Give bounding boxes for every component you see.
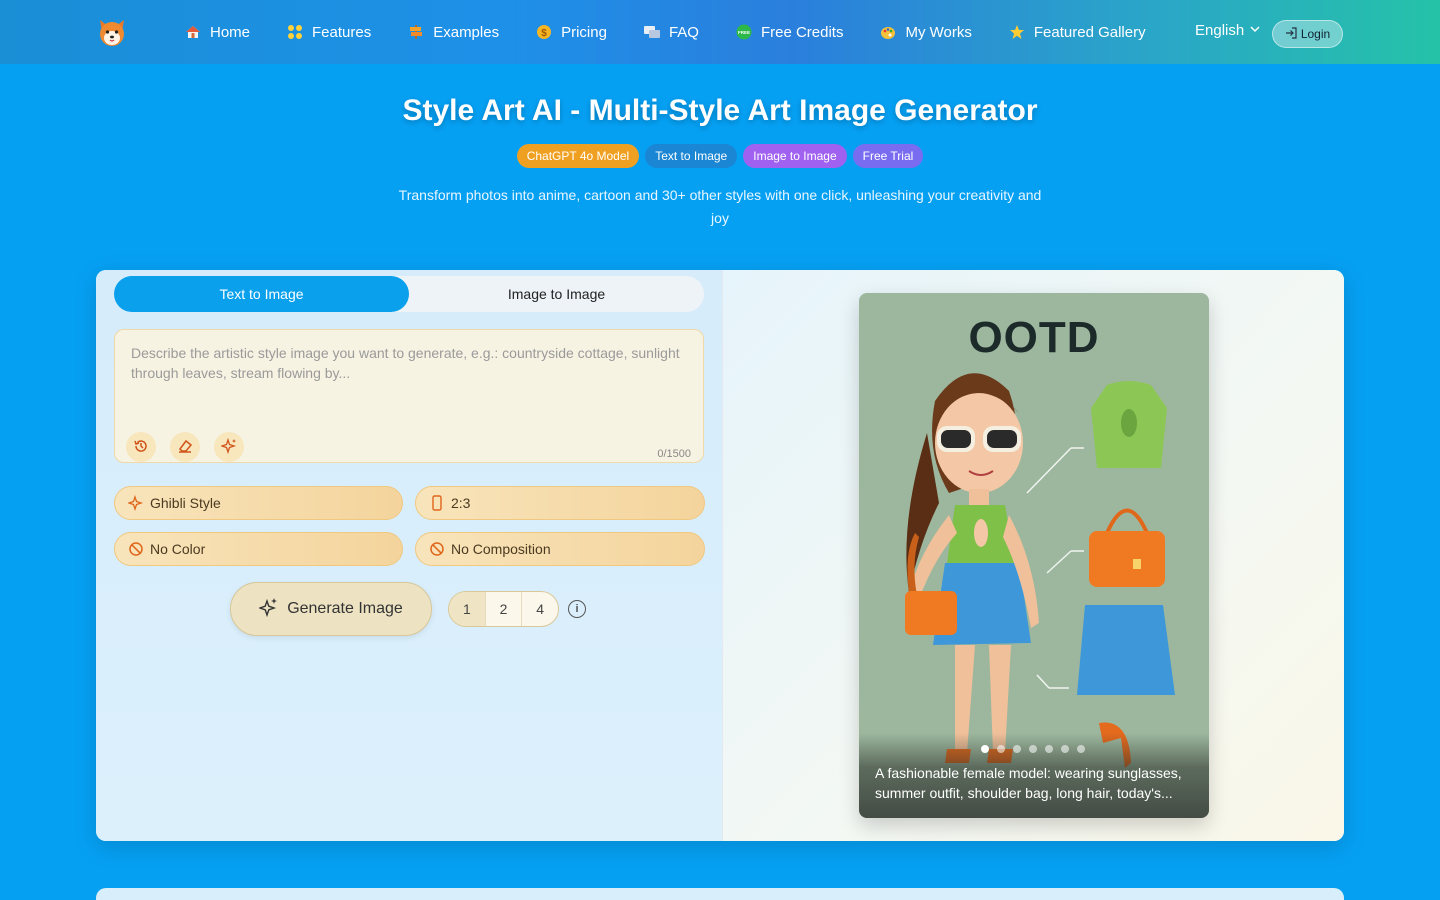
- top-nav: Home Features Examples $ Pricing FAQ FRE…: [0, 0, 1440, 64]
- nav-featured-gallery[interactable]: Featured Gallery: [1008, 23, 1146, 41]
- badge-text-to-image: Text to Image: [645, 144, 738, 168]
- carousel-dot[interactable]: [981, 745, 989, 753]
- nav-faq[interactable]: FAQ: [643, 23, 699, 41]
- house-icon: [184, 23, 202, 41]
- info-icon[interactable]: i: [568, 600, 586, 618]
- carousel-dot[interactable]: [1029, 745, 1037, 753]
- nav-free-credits-label: Free Credits: [760, 23, 844, 41]
- sparkles-icon: [258, 597, 279, 622]
- nav-home[interactable]: Home: [184, 23, 250, 41]
- carousel-dot[interactable]: [1045, 745, 1053, 753]
- login-button[interactable]: Login: [1272, 20, 1343, 48]
- nav-home-label: Home: [210, 23, 251, 41]
- nav-featured-gallery-label: Featured Gallery: [1033, 23, 1146, 41]
- clear-button[interactable]: [170, 432, 200, 462]
- ratio-value: 2:3: [451, 495, 471, 511]
- nav-my-works-label: My Works: [905, 23, 972, 41]
- free-badge-text: FREE: [738, 30, 750, 35]
- nav-free-credits[interactable]: FREE Free Credits: [735, 23, 844, 41]
- ratio-selector[interactable]: 2:3: [415, 486, 705, 520]
- mode-tabs: Text to Image Image to Image: [114, 276, 704, 312]
- style-selector[interactable]: Ghibli Style: [114, 486, 403, 520]
- signpost-icon: [407, 23, 425, 41]
- composition-selector[interactable]: No Composition: [415, 532, 705, 566]
- nav-features[interactable]: Features: [286, 23, 371, 41]
- carousel-dot[interactable]: [997, 745, 1005, 753]
- page-title: Style Art AI - Multi-Style Art Image Gen…: [402, 94, 1038, 127]
- badge-chatgpt-model: ChatGPT 4o Model: [516, 144, 640, 168]
- tab-image-to-image[interactable]: Image to Image: [409, 276, 704, 312]
- badge-image-to-image: Image to Image: [743, 144, 847, 168]
- carousel-dot[interactable]: [1013, 745, 1021, 753]
- language-label: English: [1195, 22, 1245, 39]
- color-selector[interactable]: No Color: [114, 532, 403, 566]
- char-counter: 0/1500: [657, 448, 691, 460]
- language-selector[interactable]: English: [1195, 22, 1260, 39]
- feature-badges: ChatGPT 4o Model Text to Image Image to …: [0, 144, 1440, 168]
- nav-pricing-label: Pricing: [561, 23, 607, 41]
- composition-value: No Composition: [451, 541, 551, 557]
- count-option-4[interactable]: 4: [522, 592, 558, 626]
- nav-my-works[interactable]: My Works: [879, 23, 972, 41]
- ban-icon: [128, 541, 144, 557]
- carousel-dots: [981, 745, 1093, 753]
- chat-icon: [643, 23, 661, 41]
- ban-icon: [429, 541, 445, 557]
- tab-text-to-image[interactable]: Text to Image: [114, 276, 409, 312]
- carousel-dot[interactable]: [1061, 745, 1069, 753]
- nav-examples[interactable]: Examples: [407, 23, 499, 41]
- generator-controls: Text to Image Image to Image 0/1500: [96, 270, 722, 841]
- count-option-1[interactable]: 1: [449, 592, 486, 626]
- eraser-icon: [177, 438, 193, 457]
- nav-features-label: Features: [312, 23, 372, 41]
- nav-examples-label: Examples: [433, 23, 500, 41]
- generate-label: Generate Image: [287, 600, 403, 617]
- generate-image-button[interactable]: Generate Image: [230, 582, 432, 636]
- next-section-card: [96, 888, 1344, 900]
- page-subtitle: Transform photos into anime, cartoon and…: [398, 187, 1042, 226]
- preview-caption: A fashionable female model: wearing sung…: [875, 765, 1182, 801]
- image-count-selector: 1 2 4: [448, 591, 559, 627]
- login-label: Login: [1300, 27, 1331, 41]
- count-option-2[interactable]: 2: [486, 592, 523, 626]
- palette-icon: [879, 23, 897, 41]
- free-badge-icon: FREE: [735, 23, 753, 41]
- phone-ratio-icon: [429, 495, 445, 511]
- prompt-box: 0/1500: [114, 329, 704, 463]
- coin-icon: $: [535, 23, 553, 41]
- carousel-dot[interactable]: [1077, 745, 1085, 753]
- color-value: No Color: [150, 541, 206, 557]
- corgi-logo-icon[interactable]: [96, 16, 128, 48]
- chevron-down-icon: [1250, 25, 1260, 36]
- style-value: Ghibli Style: [150, 495, 221, 511]
- nav-pricing[interactable]: $ Pricing: [535, 23, 607, 41]
- history-icon: [133, 438, 149, 457]
- generator-card: Text to Image Image to Image 0/1500: [96, 270, 1344, 841]
- svg-text:$: $: [541, 28, 547, 39]
- sparkle-icon: [128, 495, 144, 511]
- login-icon: [1285, 26, 1297, 42]
- sparkle-icon: [219, 437, 237, 457]
- enhance-prompt-button[interactable]: [214, 432, 244, 462]
- preview-panel: OOTD A fashionable female model: wearing…: [722, 270, 1344, 841]
- badge-free-trial: Free Trial: [852, 144, 924, 168]
- grid-icon: [286, 23, 304, 41]
- prompt-input[interactable]: [115, 330, 703, 430]
- example-image-carousel[interactable]: OOTD A fashionable female model: wearing…: [859, 293, 1209, 818]
- nav-faq-label: FAQ: [668, 23, 699, 41]
- star-icon: [1008, 23, 1026, 41]
- history-button[interactable]: [126, 432, 156, 462]
